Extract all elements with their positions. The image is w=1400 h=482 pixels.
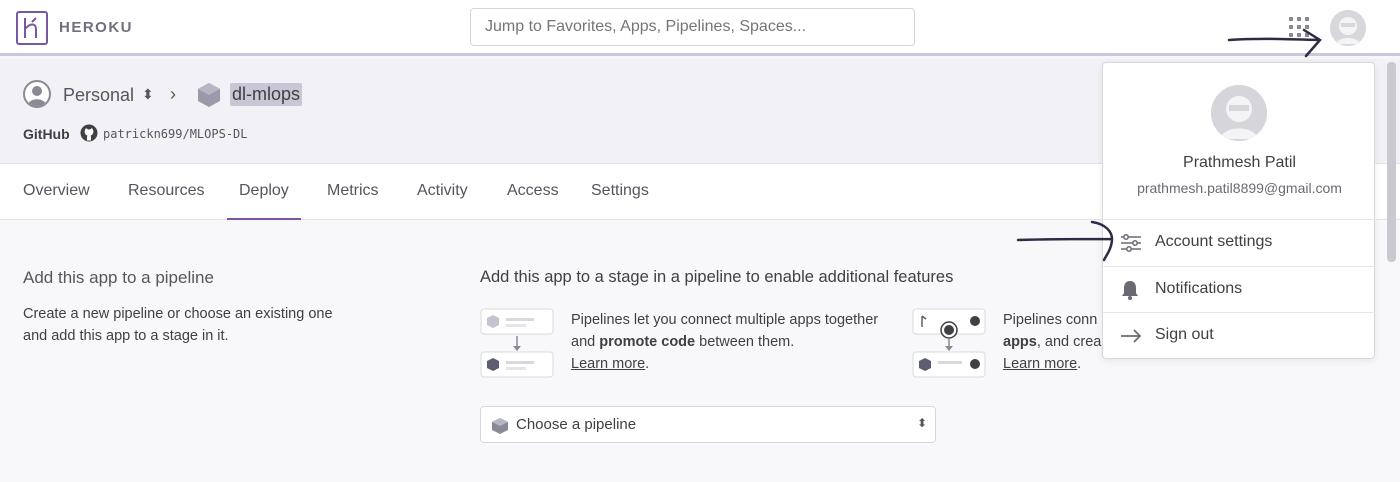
pipeline-section-title: Add this app to a pipeline [23, 268, 214, 287]
choose-pipeline-select[interactable]: Choose a pipeline ⬍ [480, 406, 936, 443]
arrow-right-icon [1121, 329, 1142, 343]
bell-icon [1122, 281, 1138, 300]
pipeline-section-description: Create a new pipeline or choose an exist… [23, 306, 333, 344]
owner-switch-icon[interactable]: ⬍ [142, 86, 154, 103]
tab-deploy[interactable]: Deploy [239, 182, 289, 200]
pipeline-promote-illustration [480, 308, 554, 378]
tab-overview[interactable]: Overview [23, 182, 90, 200]
breadcrumb-app-name[interactable]: dl-mlops [230, 83, 303, 106]
personal-account-icon [23, 80, 51, 108]
heroku-logo-icon[interactable] [16, 11, 48, 45]
heroku-wordmark[interactable]: HEROKU [59, 19, 133, 36]
github-icon [80, 124, 98, 142]
pipeline-feature-text: Pipelines let you connect multiple apps … [571, 312, 879, 372]
tab-activity[interactable]: Activity [417, 182, 468, 200]
github-feature-text: Pipelines conn apps, and crea Learn more… [1003, 312, 1102, 372]
choose-pipeline-label: Choose a pipeline [516, 416, 637, 433]
menu-item-label: Account settings [1155, 233, 1273, 250]
app-hexagon-icon [198, 83, 220, 107]
ninja-avatar-large-icon [1211, 85, 1267, 141]
menu-item-label: Notifications [1155, 280, 1243, 297]
account-dropdown-menu: Prathmesh Patil prathmesh.patil8899@gmai… [1102, 62, 1376, 359]
github-repo-link[interactable]: patrickn699/MLOPS-DL [103, 127, 248, 141]
menu-item-label: Sign out [1155, 326, 1214, 343]
learn-more-link[interactable]: Learn more [571, 356, 645, 372]
account-name: Prathmesh Patil [1183, 154, 1296, 171]
tab-resources[interactable]: Resources [128, 182, 204, 200]
menu-item-account-settings[interactable]: Account settings [1103, 220, 1376, 266]
pipeline-hexagon-icon [492, 418, 508, 434]
ninja-avatar-icon [1330, 10, 1366, 46]
menu-item-notifications[interactable]: Notifications [1103, 267, 1376, 313]
active-tab-indicator [227, 218, 301, 220]
sliders-icon [1121, 234, 1141, 252]
menu-item-sign-out[interactable]: Sign out [1103, 313, 1376, 359]
stage-section-title: Add this app to a stage in a pipeline to… [480, 268, 954, 286]
select-arrows-icon: ⬍ [916, 416, 927, 430]
chevron-right-icon: › [170, 84, 176, 104]
learn-more-link-2[interactable]: Learn more [1003, 356, 1077, 372]
user-avatar-button[interactable] [1330, 10, 1366, 46]
search-input[interactable] [470, 8, 915, 46]
top-navbar: HEROKU [0, 0, 1400, 56]
account-email: prathmesh.patil8899@gmail.com [1137, 180, 1342, 196]
github-label: GitHub [23, 126, 70, 142]
tab-settings[interactable]: Settings [591, 182, 649, 200]
tab-access[interactable]: Access [507, 182, 559, 200]
page-scrollbar[interactable] [1387, 62, 1396, 262]
annotation-arrow-top [1227, 28, 1322, 58]
tab-metrics[interactable]: Metrics [327, 182, 379, 200]
annotation-arrow-account-settings [1016, 220, 1114, 262]
breadcrumb-owner[interactable]: Personal [63, 85, 134, 106]
pipeline-github-illustration [912, 308, 986, 378]
